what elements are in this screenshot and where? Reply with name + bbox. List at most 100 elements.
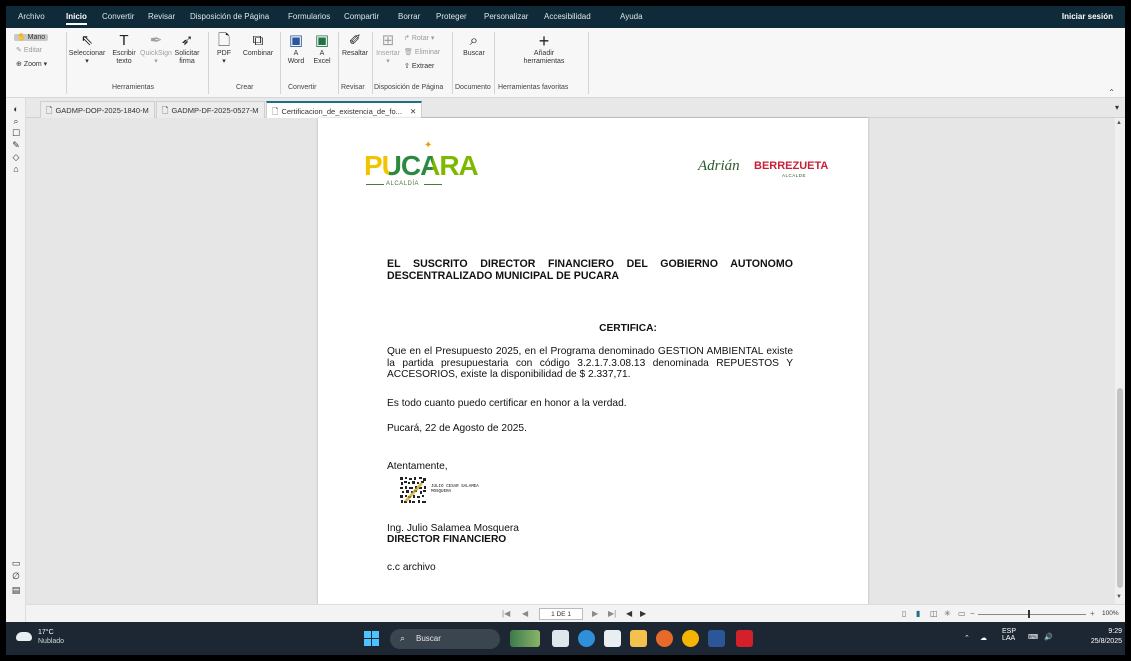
tag-icon[interactable]: ◇ — [11, 152, 21, 163]
keyboard-layout: LAA — [1002, 635, 1016, 642]
quicksign-button[interactable]: ✒ QuickSign ▾ — [140, 32, 172, 66]
type-text-button[interactable]: T Escribir texto — [110, 32, 138, 66]
thumbnail-icon[interactable]: ◐ — [11, 104, 21, 114]
single-page-icon[interactable]: ▯ — [902, 609, 906, 618]
minus-icon[interactable]: − — [970, 609, 975, 618]
chrome-icon[interactable] — [682, 630, 699, 647]
tab-label: GADMP-DOP-2025-1840-M — [55, 106, 149, 115]
search-button[interactable]: ⌕ Buscar — [458, 32, 490, 58]
add-tools-button[interactable]: + Añadir herramientas — [506, 32, 582, 66]
scroll-thumb[interactable] — [1117, 388, 1123, 588]
next-page-icon[interactable]: ▶ — [592, 609, 598, 618]
delete-page-button[interactable]: 🗑 Eliminar — [404, 48, 440, 56]
chevron-down-icon[interactable]: ▾ — [1115, 103, 1119, 112]
presentation-icon[interactable]: ▭ — [958, 609, 966, 618]
comment-icon[interactable]: ▭ — [11, 558, 21, 569]
mayor-first-name: Adrián — [698, 158, 740, 174]
excel-icon: ▣ — [314, 32, 330, 49]
to-word-button[interactable]: ▣ A Word — [284, 32, 308, 66]
zoom-slider[interactable] — [978, 614, 1086, 615]
signin-button[interactable]: Iniciar sesión — [1062, 12, 1113, 21]
zoom-label: Zoom ▾ — [23, 61, 48, 68]
word-icon[interactable] — [708, 630, 725, 647]
menu-archivo[interactable]: Archivo — [18, 12, 45, 21]
taskbar-search[interactable]: ⌕ Buscar — [390, 629, 500, 649]
layers-icon[interactable]: ▤ — [11, 585, 21, 596]
menu-convertir[interactable]: Convertir — [102, 12, 134, 21]
page-number-field[interactable]: 1 DE 1 — [539, 608, 583, 620]
last-page-icon[interactable]: ▶| — [608, 609, 616, 618]
type-text-label-2: texto — [116, 58, 132, 65]
news-widget-icon[interactable] — [510, 630, 540, 647]
bookmark-icon[interactable]: ☐ — [11, 128, 21, 139]
menu-formularios[interactable]: Formularios — [288, 12, 330, 21]
menu-compartir[interactable]: Compartir — [344, 12, 379, 21]
pdf-reader-icon[interactable] — [736, 630, 753, 647]
calendar-icon[interactable] — [604, 630, 621, 647]
edit-tool-button[interactable]: ✎ Editar — [16, 46, 42, 54]
hand-tool-button[interactable]: ✋ Mano — [14, 33, 49, 41]
zoom-slider-knob[interactable] — [1027, 610, 1030, 618]
tab-gadmp-df[interactable]: 🗋 GADMP-DF-2025-0527-M — [156, 101, 265, 118]
clock-time: 9:29 — [1108, 628, 1122, 635]
task-view-icon[interactable] — [552, 630, 569, 647]
tab-gadmp-dop[interactable]: 🗋 GADMP-DOP-2025-1840-M — [40, 101, 155, 118]
select-tool-button[interactable]: ⇖ Seleccionar ▾ — [68, 32, 106, 66]
group-label-convertir: Convertir — [288, 84, 317, 91]
volume-icon[interactable]: 🔊 — [1044, 633, 1053, 641]
windows-start-icon[interactable] — [364, 631, 380, 647]
menu-proteger[interactable]: Proteger — [436, 12, 467, 21]
tab-certificacion[interactable]: 🗋 Certificacion_de_existencia_de_fo... ✕ — [266, 101, 423, 118]
onedrive-icon[interactable]: ☁ — [980, 634, 987, 642]
back-view-icon[interactable]: ◀ — [626, 609, 632, 618]
combine-button[interactable]: ⧉ Combinar — [240, 32, 276, 58]
firefox-icon[interactable] — [656, 630, 673, 647]
send-icon: ➶ — [180, 32, 194, 49]
zoom-dropdown[interactable]: ⊕ Zoom ▾ — [16, 60, 47, 68]
insert-page-button[interactable]: ⊞ Insertar ▾ — [374, 32, 402, 66]
plus-icon[interactable]: + — [1090, 609, 1095, 618]
system-clock[interactable]: 9:29 25/8/2025 — [1088, 627, 1122, 647]
menu-personalizar[interactable]: Personalizar — [484, 12, 528, 21]
create-pdf-label: PDF — [217, 50, 231, 57]
forward-view-icon[interactable]: ▶ — [640, 609, 646, 618]
close-icon[interactable]: ✕ — [410, 107, 416, 116]
extract-button[interactable]: ⇧ Extraer — [404, 62, 434, 70]
grid-view-icon[interactable]: ✳ — [944, 609, 951, 618]
rotate-button[interactable]: ↱ Rotar ▾ — [404, 34, 434, 42]
zoom-value[interactable]: 100% — [1102, 610, 1119, 617]
rotate-label: Rotar ▾ — [411, 35, 435, 42]
network-icon[interactable]: ⌨ — [1028, 633, 1038, 641]
vertical-scrollbar[interactable]: ▲ ▼ — [1115, 118, 1125, 604]
edit-icon[interactable]: ✎ — [11, 140, 21, 151]
file-explorer-icon[interactable] — [630, 630, 647, 647]
first-page-icon[interactable]: |◀ — [502, 609, 510, 618]
tab-label: Certificacion_de_existencia_de_fo... — [281, 107, 402, 116]
menu-revisar[interactable]: Revisar — [148, 12, 175, 21]
request-signature-button[interactable]: ➶ Solicitar firma — [172, 32, 202, 66]
menu-inicio[interactable]: Inicio — [66, 12, 87, 25]
scroll-up-icon[interactable]: ▲ — [1116, 120, 1122, 126]
highlight-button[interactable]: ✐ Resaltar — [340, 32, 370, 58]
continuous-page-icon[interactable]: ▮ — [916, 609, 920, 618]
menu-accesibilidad[interactable]: Accesibilidad — [544, 12, 591, 21]
app-window: Archivo Inicio Convertir Revisar Disposi… — [6, 6, 1125, 655]
menu-disposicion[interactable]: Disposición de Página — [190, 12, 269, 21]
copilot-icon[interactable] — [578, 630, 595, 647]
group-label-favoritas: Herramientas favoritas — [498, 84, 569, 91]
chevron-up-icon[interactable]: ⌃ — [1108, 88, 1115, 97]
create-pdf-button[interactable]: 🗋 PDF ▾ — [212, 32, 236, 66]
menu-borrar[interactable]: Borrar — [398, 12, 420, 21]
language-indicator[interactable]: ESP LAA — [1002, 628, 1016, 642]
menu-ayuda[interactable]: Ayuda — [620, 12, 643, 21]
scroll-down-icon[interactable]: ▼ — [1116, 594, 1122, 600]
lock-icon[interactable]: ⌂ — [11, 164, 21, 174]
certifica-title: CERTIFICA: — [599, 323, 657, 334]
chevron-up-icon[interactable]: ⌃ — [964, 634, 970, 642]
to-excel-button[interactable]: ▣ A Excel — [310, 32, 334, 66]
attachment-icon[interactable]: ∅ — [11, 571, 21, 582]
ribbon-toolbar: ✋ Mano ✎ Editar ⊕ Zoom ▾ ⇖ Seleccionar ▾ … — [6, 28, 1125, 98]
two-page-icon[interactable]: ◫ — [930, 609, 938, 618]
search-icon[interactable]: ⌕ — [11, 116, 21, 127]
prev-page-icon[interactable]: ◀ — [522, 609, 528, 618]
